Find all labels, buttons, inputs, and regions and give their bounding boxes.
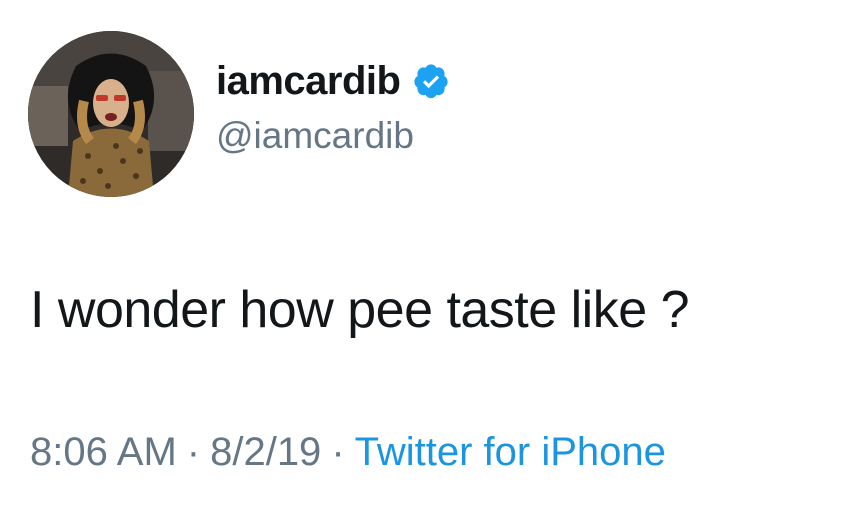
display-name-row: iamcardib xyxy=(216,56,450,106)
meta-separator-2: · xyxy=(331,430,345,474)
tweet-text: I wonder how pee taste like ? xyxy=(30,281,690,339)
tweet-meta: 8:06 AM · 8/2/19 · Twitter for iPhone xyxy=(30,432,666,472)
tweet-source-link[interactable]: Twitter for iPhone xyxy=(355,430,666,474)
display-name[interactable]: iamcardib xyxy=(216,61,401,101)
avatar-photo-icon xyxy=(28,31,194,197)
meta-separator: · xyxy=(186,430,201,474)
tweet-date[interactable]: 8/2/19 xyxy=(210,430,321,474)
user-handle[interactable]: @iamcardib xyxy=(216,117,414,154)
profile-avatar[interactable] xyxy=(28,31,194,197)
verified-badge-icon xyxy=(412,62,450,100)
tweet-card: iamcardib @iamcardib I wonder how pee ta… xyxy=(0,0,847,513)
tweet-time[interactable]: 8:06 AM xyxy=(30,430,177,474)
